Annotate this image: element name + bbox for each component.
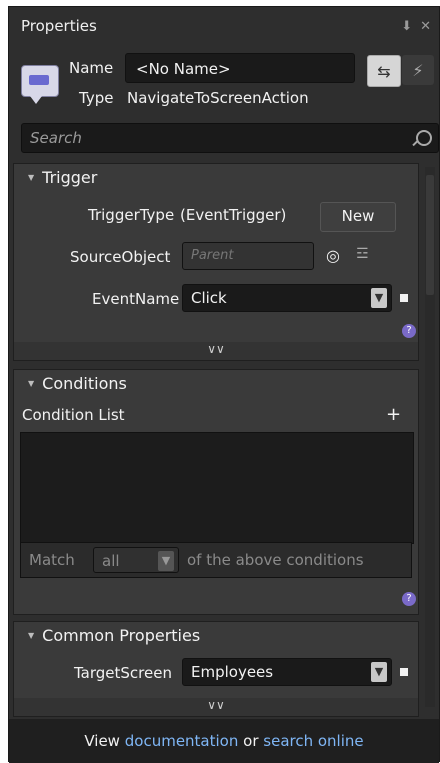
common-properties-title: Common Properties (42, 626, 201, 645)
expand-triangle-icon: ▼ (28, 631, 35, 640)
documentation-link[interactable]: documentation (125, 732, 239, 750)
database-icon[interactable]: ☲ (356, 246, 369, 262)
event-name-label: EventName (92, 290, 180, 308)
trigger-section: ▼ Trigger TriggerType (EventTrigger) New… (13, 163, 419, 361)
advanced-options-marker[interactable] (400, 294, 408, 302)
events-view-icon: ⚡ (412, 60, 424, 80)
name-field[interactable]: <No Name> (125, 53, 355, 83)
expand-advanced-chevron-icon[interactable]: ∨∨ (14, 342, 418, 360)
conditions-title: Conditions (42, 374, 127, 393)
expand-triangle-icon: ▼ (28, 379, 35, 388)
conditions-header[interactable]: ▼ Conditions (14, 370, 418, 398)
expand-advanced-chevron-icon[interactable]: ∨∨ (14, 698, 418, 716)
help-icon[interactable]: ? (402, 592, 416, 606)
footer: View documentation or search online (9, 719, 439, 763)
properties-panel: Properties ⬇ ✕ Name <No Name> Type Navig… (8, 6, 440, 763)
search-online-link[interactable]: search online (263, 732, 363, 750)
condition-list[interactable] (20, 432, 414, 544)
new-trigger-button[interactable]: New (320, 202, 396, 232)
object-icon (21, 65, 59, 104)
target-screen-select[interactable]: Employees ▼ (182, 658, 392, 686)
match-row: Match all ▼ of the above conditions (20, 542, 412, 578)
expand-triangle-icon: ▼ (28, 173, 35, 182)
match-label: Match (29, 551, 75, 569)
trigger-title: Trigger (42, 168, 98, 187)
footer-prefix: View (84, 732, 120, 750)
event-name-select[interactable]: Click ▼ (182, 284, 392, 312)
type-value: NavigateToScreenAction (127, 89, 309, 107)
chevron-down-icon: ▼ (371, 288, 387, 308)
panel-title: Properties (21, 17, 97, 35)
conditions-section: ▼ Conditions Condition List + Match all … (13, 369, 419, 615)
source-object-label: SourceObject (70, 248, 171, 266)
target-screen-label: TargetScreen (74, 664, 172, 682)
search-placeholder: Search (30, 129, 82, 147)
trigger-type-value: (EventTrigger) (180, 206, 287, 224)
properties-view-button[interactable]: ⇆ (367, 55, 401, 87)
common-properties-header[interactable]: ▼ Common Properties (14, 622, 418, 650)
close-icon[interactable]: ✕ (420, 19, 431, 34)
type-label: Type (79, 89, 114, 107)
properties-view-icon: ⇆ (377, 61, 391, 81)
match-value: all (102, 552, 120, 570)
event-name-value: Click (191, 289, 227, 307)
chevron-down-icon: ▼ (371, 662, 387, 682)
match-select[interactable]: all ▼ (93, 547, 179, 573)
condition-list-label: Condition List (22, 406, 125, 424)
search-input[interactable]: Search (21, 123, 439, 153)
panel-title-bar: Properties ⬇ ✕ (9, 7, 439, 45)
target-screen-value: Employees (191, 663, 274, 681)
advanced-options-marker[interactable] (400, 668, 408, 676)
match-suffix: of the above conditions (187, 551, 364, 569)
trigger-type-label: TriggerType (88, 206, 175, 224)
footer-or: or (243, 732, 259, 750)
chevron-down-icon: ▼ (158, 551, 174, 571)
scrollbar[interactable] (425, 167, 435, 707)
add-condition-icon[interactable]: + (386, 404, 401, 425)
target-picker-icon[interactable]: ◎ (326, 246, 340, 265)
pin-icon[interactable]: ⬇ (401, 19, 412, 34)
help-icon[interactable]: ? (402, 324, 416, 338)
trigger-header[interactable]: ▼ Trigger (14, 164, 418, 192)
search-icon[interactable] (416, 130, 432, 146)
name-label: Name (69, 59, 114, 77)
source-object-field[interactable]: Parent (182, 242, 314, 270)
common-properties-section: ▼ Common Properties TargetScreen Employe… (13, 621, 419, 717)
title-controls: ⬇ ✕ (401, 19, 431, 34)
scrollbar-thumb[interactable] (426, 175, 434, 295)
events-view-button[interactable]: ⚡ (402, 55, 434, 85)
